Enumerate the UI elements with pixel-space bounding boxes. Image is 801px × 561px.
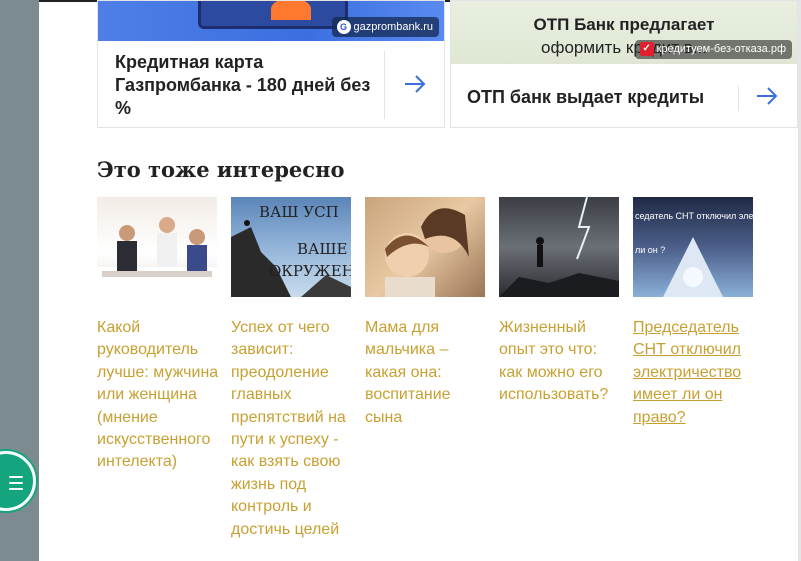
source-logo-icon: ✓ (639, 42, 654, 56)
thumbnail-caption: седатель СНТ отключил электрича (635, 211, 753, 221)
page: G gazprombank.ru Кредитная карта Газпром… (0, 0, 801, 561)
ad-source-badge: ✓ кредитуем-без-отказа.рф (634, 40, 792, 59)
article-link[interactable]: Мама для мальчика – какая она: воспитани… (365, 317, 487, 429)
business-meeting-image (97, 217, 217, 297)
thumbnail-caption: ВАШ УСП (259, 203, 339, 221)
article-thumbnail[interactable] (365, 197, 485, 297)
gazprombank-logo-icon: G (336, 20, 351, 34)
article-link[interactable]: Успех от чего зависит: преодоление главн… (231, 317, 353, 541)
thumbnail-caption: ли он ? (635, 245, 666, 255)
chat-icon (9, 476, 23, 494)
ad-source-label: кредитуем-без-отказа.рф (656, 43, 786, 55)
ad-card-otp[interactable]: ОТП Банк предлагает оформить кредит в...… (450, 0, 798, 128)
article-thumbnail[interactable] (499, 197, 619, 297)
article-thumbnail[interactable]: седатель СНТ отключил электрича ли он ? (633, 197, 753, 297)
arrow-right-icon[interactable] (752, 81, 782, 111)
ad-banner-line1: ОТП Банк предлагает (533, 15, 715, 34)
life-experience-storm-image (499, 197, 619, 297)
ad-title[interactable]: ОТП банк выдает кредиты (467, 86, 727, 109)
ad-source-badge: G gazprombank.ru (331, 17, 439, 37)
article-link[interactable]: Председатель СНТ отключил электричество … (633, 317, 755, 429)
thumbnail-caption: ВАШЕ (297, 240, 348, 258)
arrow-right-icon[interactable] (400, 69, 430, 99)
mother-and-son-image (385, 208, 469, 297)
ad-card-gazprombank[interactable]: G gazprombank.ru Кредитная карта Газпром… (97, 0, 445, 128)
credit-card-illustration (198, 1, 348, 29)
article-thumbnail[interactable]: ВАШ УСП ВАШЕ ОКРУЖЕН (231, 197, 351, 297)
ad-separator (384, 51, 385, 119)
article-thumbnail[interactable] (97, 197, 217, 297)
ad-title[interactable]: Кредитная карта Газпромбанка - 180 дней … (115, 51, 375, 120)
ad-image: G gazprombank.ru (98, 1, 444, 41)
article-link[interactable]: Жизненный опыт это что: как можно его ис… (499, 317, 621, 407)
ad-separator (738, 85, 739, 111)
ad-source-label: gazprombank.ru (353, 21, 434, 33)
ad-image: ОТП Банк предлагает оформить кредит в...… (451, 1, 797, 64)
section-title: Это тоже интересно (97, 157, 345, 182)
thumbnail-caption: ОКРУЖЕН (269, 262, 351, 280)
article-link[interactable]: Какой руководитель лучше: мужчина или же… (97, 317, 219, 474)
